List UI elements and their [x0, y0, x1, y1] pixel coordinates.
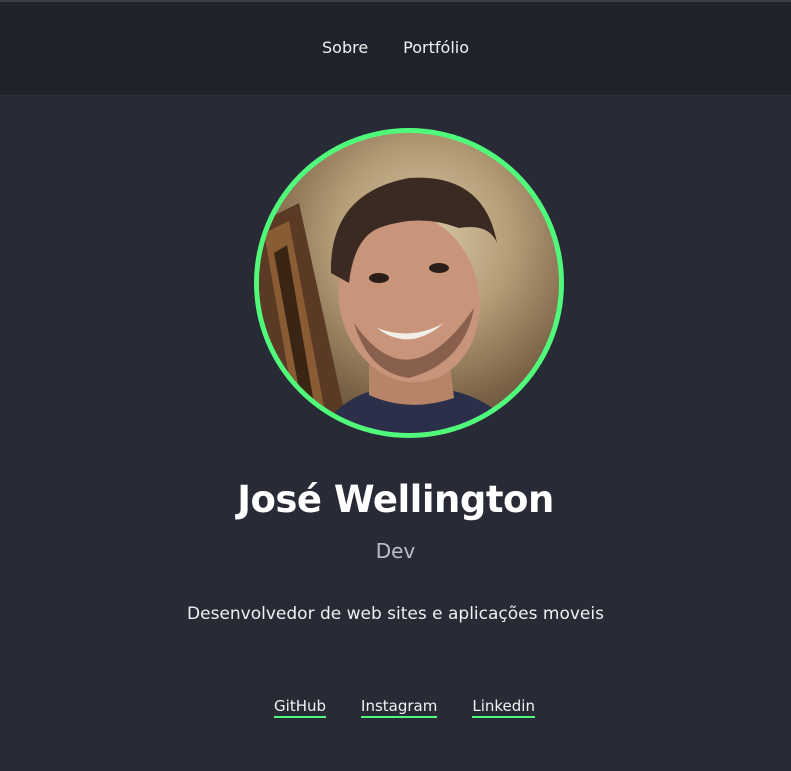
profile-name: José Wellington	[237, 478, 554, 521]
profile-avatar	[254, 128, 564, 438]
social-links: GitHub Instagram Linkedin	[0, 697, 791, 718]
social-link-linkedin[interactable]: Linkedin	[472, 697, 535, 718]
nav-link-sobre[interactable]: Sobre	[322, 38, 368, 57]
main-nav: Sobre Portfólio	[322, 38, 469, 57]
profile-photo-illustration	[259, 177, 519, 433]
profile-photo	[259, 133, 559, 433]
eye-right	[429, 263, 449, 273]
eye-left	[369, 273, 389, 283]
social-link-github[interactable]: GitHub	[274, 697, 327, 718]
site-header: Sobre Portfólio	[0, 2, 791, 96]
nav-link-portfolio[interactable]: Portfólio	[403, 38, 469, 57]
profile-description: Desenvolvedor de web sites e aplicações …	[187, 604, 604, 624]
social-link-instagram[interactable]: Instagram	[361, 697, 438, 718]
profile-role: Dev	[375, 539, 416, 563]
